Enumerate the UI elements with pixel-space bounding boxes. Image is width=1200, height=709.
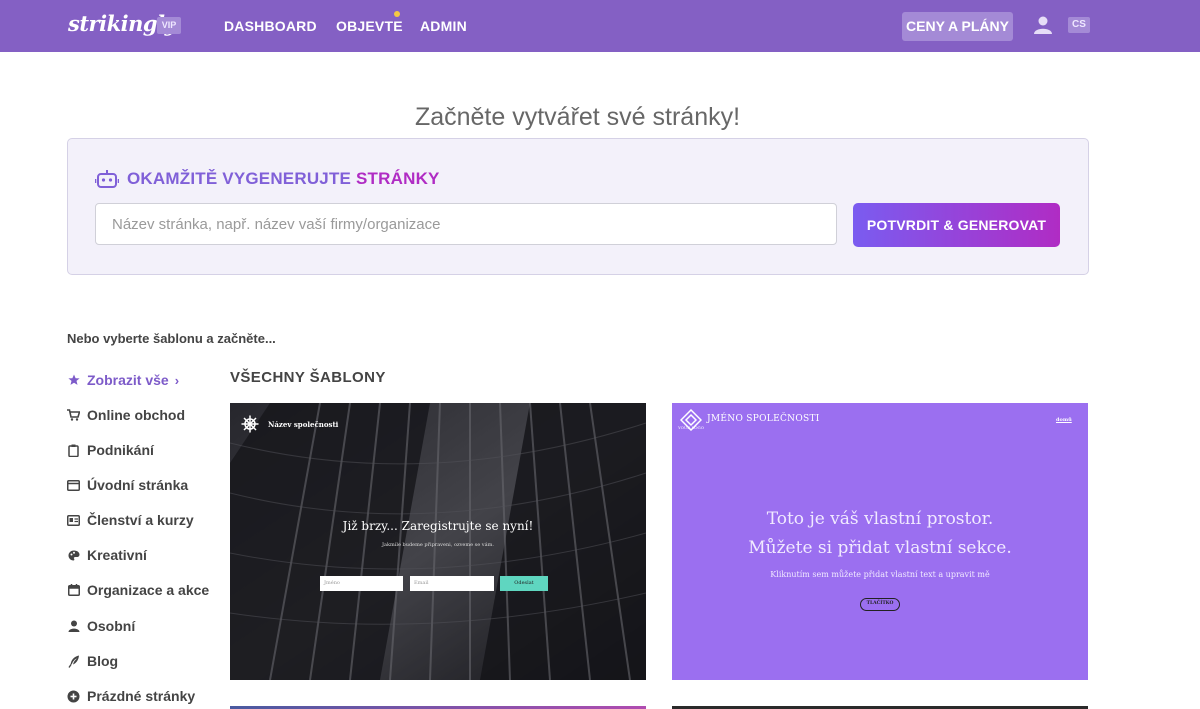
category-label: Členství a kurzy xyxy=(87,512,194,528)
template-card-blank-purple[interactable]: YOUR LOGO JMÉNO SPOLEČNOSTI domů Toto je… xyxy=(672,403,1088,680)
template-card-coming-soon[interactable]: Název společnosti Již brzy... Zaregistru… xyxy=(230,403,646,680)
category-blank[interactable]: Prázdné stránky xyxy=(67,686,195,706)
category-online-store[interactable]: Online obchod xyxy=(67,405,185,425)
page-headline: Začněte vytvářet své stránky! xyxy=(414,102,741,131)
category-label: Kreativní xyxy=(87,547,147,563)
cart-icon xyxy=(67,409,80,422)
calendar-icon xyxy=(67,584,80,597)
template-heading: Již brzy... Zaregistrujte se nyní! xyxy=(342,519,534,533)
language-selector[interactable]: CS xyxy=(1068,17,1090,33)
category-label: Online obchod xyxy=(87,407,185,423)
template-subtext: Jakmile budeme připraveni, ozveme se vám… xyxy=(382,542,494,548)
template-logo-text: YOUR LOGO xyxy=(678,425,704,430)
template-button: TLAČÍTKO xyxy=(860,598,900,611)
nav-discover[interactable]: OBJEVTE xyxy=(336,18,403,34)
person-icon xyxy=(67,620,80,633)
clipboard-icon xyxy=(67,444,80,457)
star-icon xyxy=(67,374,80,387)
category-label: Úvodní stránka xyxy=(87,477,189,493)
generator-title-prefix: OKAMŽITĚ VYGENERUJTE xyxy=(127,169,357,188)
palette-icon xyxy=(67,549,80,562)
template-submit-button: Odeslat xyxy=(500,576,548,591)
generator-title: OKAMŽITĚ VYGENERUJTE STRÁNKY xyxy=(127,169,440,189)
chevron-right-icon: › xyxy=(174,372,180,388)
category-membership[interactable]: Členství a kurzy xyxy=(67,510,194,530)
template-subtext: Kliknutím sem můžete přidat vlastní text… xyxy=(770,570,990,579)
template-nav-link: domů xyxy=(1056,417,1072,423)
category-label: Podnikání xyxy=(87,442,154,458)
category-label: Prázdné stránky xyxy=(87,688,196,704)
browser-window-icon xyxy=(67,479,80,492)
category-business[interactable]: Podnikání xyxy=(67,440,154,460)
category-blog[interactable]: Blog xyxy=(67,651,118,671)
category-label: Organizace a akce xyxy=(87,582,210,598)
category-label: Osobní xyxy=(87,618,136,634)
category-label: Blog xyxy=(87,653,119,669)
template-heading-line2: Můžete si přidat vlastní sekce. xyxy=(748,538,1012,558)
plus-circle-icon xyxy=(67,690,80,703)
category-landing-page[interactable]: Úvodní stránka xyxy=(67,475,188,495)
nav-dashboard[interactable]: DASHBOARD xyxy=(224,18,317,34)
category-personal[interactable]: Osobní xyxy=(67,616,135,636)
template-company-name: JMÉNO SPOLEČNOSTI xyxy=(707,414,820,424)
category-label: Zobrazit vše xyxy=(87,372,169,388)
category-show-all[interactable]: Zobrazit vše › xyxy=(67,370,179,390)
generate-button[interactable]: POTVRDIT & GENEROVAT xyxy=(853,203,1060,247)
pricing-button[interactable]: CENY A PLÁNY xyxy=(902,12,1013,41)
template-name-field: Jméno xyxy=(320,576,403,591)
site-generator-panel: OKAMŽITĚ VYGENERUJTE STRÁNKY POTVRDIT & … xyxy=(67,138,1089,275)
user-icon[interactable] xyxy=(1033,15,1053,35)
category-creative[interactable]: Kreativní xyxy=(67,545,147,565)
vip-badge: VIP xyxy=(157,17,181,34)
template-company-name: Název společnosti xyxy=(268,420,339,429)
all-templates-title: VŠECHNY ŠABLONY xyxy=(230,369,386,386)
quill-icon xyxy=(67,655,80,668)
ship-wheel-icon xyxy=(241,415,259,433)
id-card-icon xyxy=(67,514,80,527)
robot-icon xyxy=(95,170,119,188)
template-email-field: Email xyxy=(410,576,494,591)
choose-template-label: Nebo vyberte šablonu a začněte... xyxy=(67,331,276,346)
site-name-input[interactable] xyxy=(95,203,837,245)
category-events[interactable]: Organizace a akce xyxy=(67,580,209,600)
top-navigation-bar: strikingly VIP DASHBOARD OBJEVTE ADMIN C… xyxy=(0,0,1200,52)
notification-dot xyxy=(394,11,400,17)
template-heading-line1: Toto je váš vlastní prostor. xyxy=(766,509,994,529)
nav-admin[interactable]: ADMIN xyxy=(420,18,467,34)
generator-title-accent: STRÁNKY xyxy=(356,169,440,188)
